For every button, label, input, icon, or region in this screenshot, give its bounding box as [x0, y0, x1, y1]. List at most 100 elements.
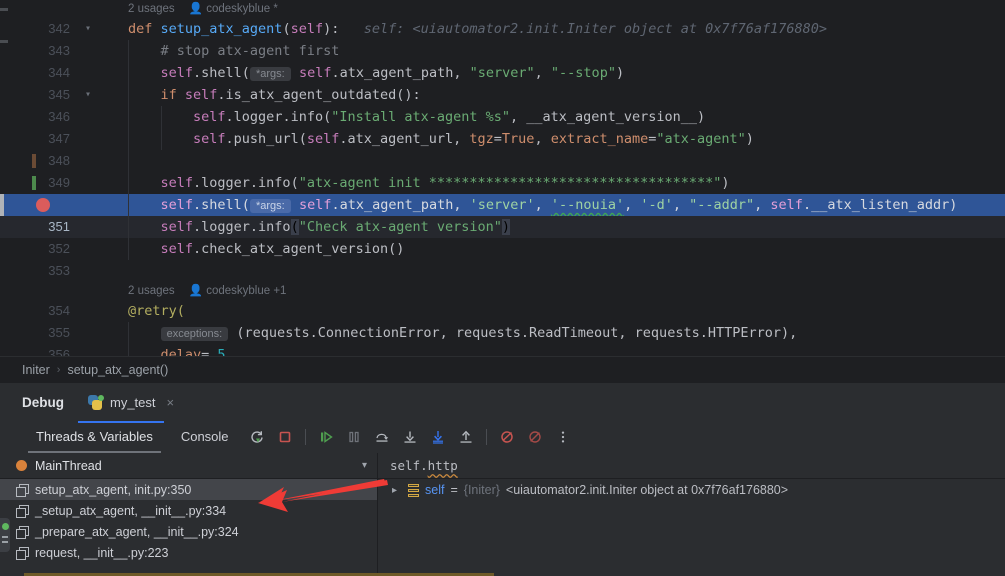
line-number[interactable]: 342: [30, 18, 70, 40]
tab-console[interactable]: Console: [167, 421, 243, 453]
view-breakpoints-icon[interactable]: [523, 425, 547, 449]
variables-list[interactable]: ▸ self = {Initer} <uiautomator2.init.Init…: [378, 479, 1005, 501]
watch-expression-warning: http: [427, 458, 458, 473]
author-label[interactable]: 👤 codeskyblue +1: [189, 285, 287, 297]
line-number[interactable]: 352: [30, 238, 70, 260]
step-over-icon[interactable]: [370, 425, 394, 449]
code-token: .is_atx_agent_outdated():: [217, 87, 421, 103]
thread-name: MainThread: [35, 458, 102, 473]
code-text[interactable]: self.push_url(self.atx_agent_url, tgz=Tr…: [128, 128, 754, 150]
code-line[interactable]: 343 # stop atx-agent first: [0, 40, 1005, 62]
code-token: self: [160, 175, 194, 191]
code-line[interactable]: 351 self.logger.info("Check atx-agent ve…: [0, 216, 1005, 238]
variables-pane[interactable]: self.http ▸ self = {Initer} <uiautomator2…: [378, 453, 1005, 576]
code-token: '-d': [640, 197, 673, 213]
code-text[interactable]: @retry(: [128, 300, 185, 322]
force-step-into-icon[interactable]: [426, 425, 450, 449]
line-number[interactable]: 355: [30, 322, 70, 344]
line-number[interactable]: 344: [30, 62, 70, 84]
parameter-hint: *args:: [249, 67, 291, 81]
line-number[interactable]: 347: [30, 128, 70, 150]
run-configuration-tab[interactable]: my_test ×: [77, 391, 176, 423]
code-token: self: [160, 219, 194, 235]
frames-list[interactable]: setup_atx_agent, init.py:350 _setup_atx_a…: [0, 479, 377, 563]
breadcrumb[interactable]: Initer › setup_atx_agent(): [0, 356, 1005, 382]
code-line[interactable]: 348: [0, 150, 1005, 172]
code-line[interactable]: 355 exceptions: (requests.ConnectionErro…: [0, 322, 1005, 344]
usages-count[interactable]: 2 usages: [128, 285, 175, 297]
frame-list-item[interactable]: _prepare_atx_agent, __init__.py:324: [0, 521, 377, 542]
frame-list-item[interactable]: _setup_atx_agent, __init__.py:334: [0, 500, 377, 521]
code-text[interactable]: self.shell( *args: self.atx_agent_path, …: [128, 62, 624, 85]
code-line[interactable]: self.shell( *args: self.atx_agent_path, …: [0, 194, 1005, 216]
stop-icon[interactable]: [273, 425, 297, 449]
line-number[interactable]: 343: [30, 40, 70, 62]
run-widget-left-edge[interactable]: [0, 518, 10, 552]
code-vision-inlay[interactable]: 2 usages 👤 codeskyblue +1: [0, 282, 1005, 300]
step-into-icon[interactable]: [398, 425, 422, 449]
debug-toolbar[interactable]: Threads & Variables Console: [0, 421, 1005, 453]
line-number[interactable]: 351: [30, 216, 70, 238]
code-text[interactable]: self.logger.info("Check atx-agent versio…: [128, 216, 511, 238]
code-token: tgz: [469, 131, 494, 147]
line-number[interactable]: 346: [30, 106, 70, 128]
code-line[interactable]: 353: [0, 260, 1005, 282]
mute-breakpoints-icon[interactable]: [495, 425, 519, 449]
code-lines[interactable]: 2 usages 👤 codeskyblue * 342 ▾ def setup_atx…: [0, 0, 1005, 356]
code-line[interactable]: 349 self.logger.info("atx-agent init ***…: [0, 172, 1005, 194]
usages-count[interactable]: 2 usages: [128, 3, 175, 15]
code-fold-icon[interactable]: ▾: [82, 18, 94, 40]
code-line[interactable]: 352 self.check_atx_agent_version(): [0, 238, 1005, 260]
expand-arrow-icon[interactable]: ▸: [392, 485, 402, 496]
code-line[interactable]: 342 ▾ def setup_atx_agent(self): self: <ui…: [0, 18, 1005, 40]
chevron-down-icon[interactable]: ▾: [362, 460, 367, 471]
code-fold-icon[interactable]: ▾: [82, 84, 94, 106]
line-number[interactable]: 349: [30, 172, 70, 194]
author-label[interactable]: 👤 codeskyblue *: [189, 3, 278, 15]
breakpoint-icon[interactable]: [36, 198, 50, 212]
code-line[interactable]: 344 self.shell( *args: self.atx_agent_pa…: [0, 62, 1005, 84]
line-number[interactable]: 353: [30, 260, 70, 282]
code-token: ,: [672, 197, 690, 213]
code-text[interactable]: self.shell( *args: self.atx_agent_path, …: [128, 194, 957, 217]
breadcrumb-method[interactable]: setup_atx_agent(): [67, 363, 168, 377]
rerun-icon[interactable]: [245, 425, 269, 449]
step-out-icon[interactable]: [454, 425, 478, 449]
resume-program-icon[interactable]: [314, 425, 338, 449]
code-line[interactable]: 347 self.push_url(self.atx_agent_url, tg…: [0, 128, 1005, 150]
code-token: .logger.info(: [225, 109, 332, 125]
code-vision-inlay[interactable]: 2 usages 👤 codeskyblue *: [0, 0, 1005, 18]
code-token: self: [306, 131, 340, 147]
breadcrumb-class[interactable]: Initer: [22, 363, 50, 377]
code-text[interactable]: self.logger.info("Install atx-agent %s",…: [128, 106, 705, 128]
line-number[interactable]: 345: [30, 84, 70, 106]
code-text[interactable]: delay= 5: [128, 344, 226, 356]
code-text[interactable]: def setup_atx_agent(self): self: <uiauto…: [128, 18, 827, 40]
code-line[interactable]: 354 @retry(: [0, 300, 1005, 322]
code-line[interactable]: 346 self.logger.info("Install atx-agent …: [0, 106, 1005, 128]
thread-selector[interactable]: MainThread ▾: [0, 453, 377, 479]
tab-threads-and-variables[interactable]: Threads & Variables: [22, 421, 167, 453]
watch-expression-field[interactable]: self.http: [378, 453, 1005, 479]
code-line[interactable]: 356 delay= 5: [0, 344, 1005, 356]
line-number[interactable]: 348: [30, 150, 70, 172]
frames-pane[interactable]: MainThread ▾ setup_atx_agent, init.py:35…: [0, 453, 378, 576]
pause-program-icon[interactable]: [342, 425, 366, 449]
variable-row[interactable]: ▸ self = {Initer} <uiautomator2.init.Init…: [378, 479, 1005, 501]
code-token: =: [201, 347, 218, 356]
code-text[interactable]: # stop atx-agent first: [128, 40, 340, 62]
more-options-icon[interactable]: [551, 425, 575, 449]
frame-list-item[interactable]: setup_atx_agent, init.py:350: [0, 479, 377, 500]
line-number[interactable]: 356: [30, 344, 70, 356]
line-number[interactable]: 354: [30, 300, 70, 322]
code-text[interactable]: self.check_atx_agent_version(): [128, 238, 405, 260]
code-editor[interactable]: 2 usages 👤 codeskyblue * 342 ▾ def setup_atx…: [0, 0, 1005, 356]
code-token: self: [160, 197, 194, 213]
code-line[interactable]: 345 ▾ if self.is_atx_agent_outdated():: [0, 84, 1005, 106]
code-text[interactable]: self.logger.info("atx-agent init *******…: [128, 172, 730, 194]
code-text[interactable]: if self.is_atx_agent_outdated():: [128, 84, 421, 106]
close-icon[interactable]: ×: [167, 395, 175, 410]
frame-list-item[interactable]: request, __init__.py:223: [0, 542, 377, 563]
code-text[interactable]: exceptions: (requests.ConnectionError, r…: [128, 322, 797, 345]
